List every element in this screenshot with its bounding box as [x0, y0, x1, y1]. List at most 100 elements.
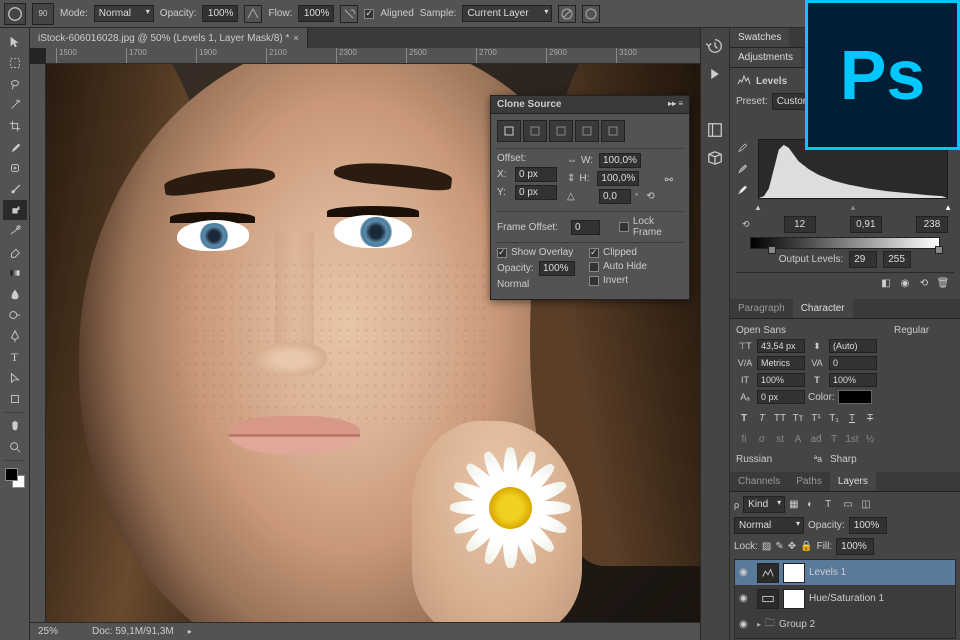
levels-black[interactable]: 12: [784, 216, 816, 233]
channels-tab[interactable]: Channels: [730, 472, 788, 491]
view-prev-icon[interactable]: ◉: [897, 276, 913, 290]
layer-fill[interactable]: 100%: [836, 538, 874, 555]
tool-preset-icon[interactable]: [4, 3, 26, 25]
history-icon[interactable]: [705, 36, 725, 56]
language[interactable]: Russian: [736, 454, 806, 465]
eyedropper-black-icon[interactable]: [736, 141, 748, 156]
filter-type-icon[interactable]: T: [825, 499, 839, 510]
tracking[interactable]: 0: [829, 356, 877, 370]
zoom-value[interactable]: 25%: [38, 626, 78, 637]
clone-source-panel[interactable]: Clone Source ▸▸ ≡ Offset: X:0 px Y:0 px …: [490, 95, 690, 300]
path-select-tool[interactable]: [3, 368, 27, 388]
filter-shape-icon[interactable]: ▭: [843, 499, 857, 510]
levels-white[interactable]: 238: [916, 216, 948, 233]
auto-hide-checkbox[interactable]: [589, 262, 599, 272]
font-family[interactable]: Open Sans: [736, 325, 891, 336]
eyedropper-gray-icon[interactable]: [736, 162, 748, 177]
flow-value[interactable]: 100%: [298, 5, 334, 22]
layer-filter[interactable]: Kind: [743, 496, 785, 513]
lock-position-icon[interactable]: ✥: [788, 541, 796, 552]
blend-mode[interactable]: Normal: [734, 517, 804, 534]
marquee-tool[interactable]: [3, 53, 27, 73]
output-gradient[interactable]: [750, 237, 940, 249]
3d-icon[interactable]: [705, 148, 725, 168]
clone-stamp-tool[interactable]: [3, 200, 27, 220]
text-color-swatch[interactable]: [838, 390, 872, 404]
magic-wand-tool[interactable]: [3, 95, 27, 115]
swash-btn[interactable]: T: [826, 432, 842, 446]
move-tool[interactable]: [3, 32, 27, 52]
fraction2-btn[interactable]: ½: [862, 432, 878, 446]
layer-item-hue[interactable]: ◉ Hue/Saturation 1: [735, 586, 955, 612]
shape-tool[interactable]: [3, 389, 27, 409]
brush-tool[interactable]: [3, 179, 27, 199]
output-black[interactable]: 29: [849, 251, 877, 268]
zoom-tool[interactable]: [3, 437, 27, 457]
hand-tool[interactable]: [3, 416, 27, 436]
superscript-btn[interactable]: T¹: [808, 411, 824, 425]
history-brush-tool[interactable]: [3, 221, 27, 241]
airbrush-icon[interactable]: [340, 5, 358, 23]
pressure-opacity-icon[interactable]: [244, 5, 262, 23]
visibility-icon[interactable]: ◉: [739, 619, 753, 630]
adjustments-tab[interactable]: Adjustments: [730, 48, 801, 67]
allcaps-btn[interactable]: TT: [772, 411, 788, 425]
subscript-btn[interactable]: T₁: [826, 411, 842, 425]
offset-x[interactable]: 0 px: [515, 167, 557, 182]
opacity-value[interactable]: 100%: [202, 5, 238, 22]
ligature-btn[interactable]: fi: [736, 432, 752, 446]
ruler-horizontal[interactable]: 1500 1700 1900 2100 2300 2500 2700 2900 …: [46, 48, 700, 64]
underline-btn[interactable]: T: [844, 411, 860, 425]
font-size[interactable]: 43,54 px: [757, 339, 805, 353]
collapse-icon[interactable]: ▸▸ ≡: [668, 99, 683, 110]
layer-item-group[interactable]: ◉ ▸ 🗀 Group 2: [735, 612, 955, 638]
filter-pixel-icon[interactable]: ▦: [789, 499, 803, 510]
lock-transparent-icon[interactable]: ▨: [762, 541, 771, 552]
sample-dropdown[interactable]: Current Layer: [462, 5, 552, 22]
antialiasing[interactable]: Sharp: [830, 454, 880, 465]
hscale[interactable]: 100%: [829, 373, 877, 387]
show-overlay-checkbox[interactable]: [497, 248, 507, 258]
slider-black-icon[interactable]: ▲: [754, 203, 762, 212]
scale-h[interactable]: 100,0%: [597, 171, 639, 186]
paragraph-tab[interactable]: Paragraph: [730, 299, 793, 318]
clipped-checkbox[interactable]: [589, 248, 599, 258]
layers-tab[interactable]: Layers: [830, 472, 876, 491]
gradient-tool[interactable]: [3, 263, 27, 283]
stylistic-btn[interactable]: st: [772, 432, 788, 446]
reset-icon[interactable]: ⟲: [916, 276, 932, 290]
ignore-adj-icon[interactable]: [558, 5, 576, 23]
leading[interactable]: (Auto): [829, 339, 877, 353]
output-white[interactable]: 255: [883, 251, 911, 268]
lasso-tool[interactable]: [3, 74, 27, 94]
crop-tool[interactable]: [3, 116, 27, 136]
clone-source-5[interactable]: [601, 120, 625, 142]
reset-transform-icon[interactable]: ⟲: [646, 191, 654, 202]
oldstyle-btn[interactable]: σ: [754, 432, 770, 446]
blur-tool[interactable]: [3, 284, 27, 304]
healing-tool[interactable]: [3, 158, 27, 178]
pressure-size-icon[interactable]: [582, 5, 600, 23]
clone-source-1[interactable]: [497, 120, 521, 142]
angle[interactable]: 0,0: [599, 189, 631, 204]
clone-source-2[interactable]: [523, 120, 547, 142]
clone-source-4[interactable]: [575, 120, 599, 142]
paths-tab[interactable]: Paths: [788, 472, 830, 491]
eraser-tool[interactable]: [3, 242, 27, 262]
smallcaps-btn[interactable]: Tᴛ: [790, 411, 806, 425]
invert-checkbox[interactable]: [589, 276, 599, 286]
titling-btn[interactable]: A: [790, 432, 806, 446]
strikethrough-btn[interactable]: T: [862, 411, 878, 425]
visibility-icon[interactable]: ◉: [739, 593, 753, 604]
layer-item-levels[interactable]: ◉ Levels 1: [735, 560, 955, 586]
ordinals-btn[interactable]: ađ: [808, 432, 824, 446]
slider-white-icon[interactable]: ▲: [944, 203, 952, 212]
flip-v-icon[interactable]: ⇕: [567, 173, 575, 184]
eyedropper-tool[interactable]: [3, 137, 27, 157]
fractions-btn[interactable]: 1st: [844, 432, 860, 446]
italic-btn[interactable]: T: [754, 411, 770, 425]
ruler-vertical[interactable]: [30, 64, 46, 622]
overlay-opacity[interactable]: 100%: [539, 261, 575, 276]
lock-pixels-icon[interactable]: ✎: [775, 541, 783, 552]
delete-adj-icon[interactable]: 🗑: [935, 276, 951, 290]
